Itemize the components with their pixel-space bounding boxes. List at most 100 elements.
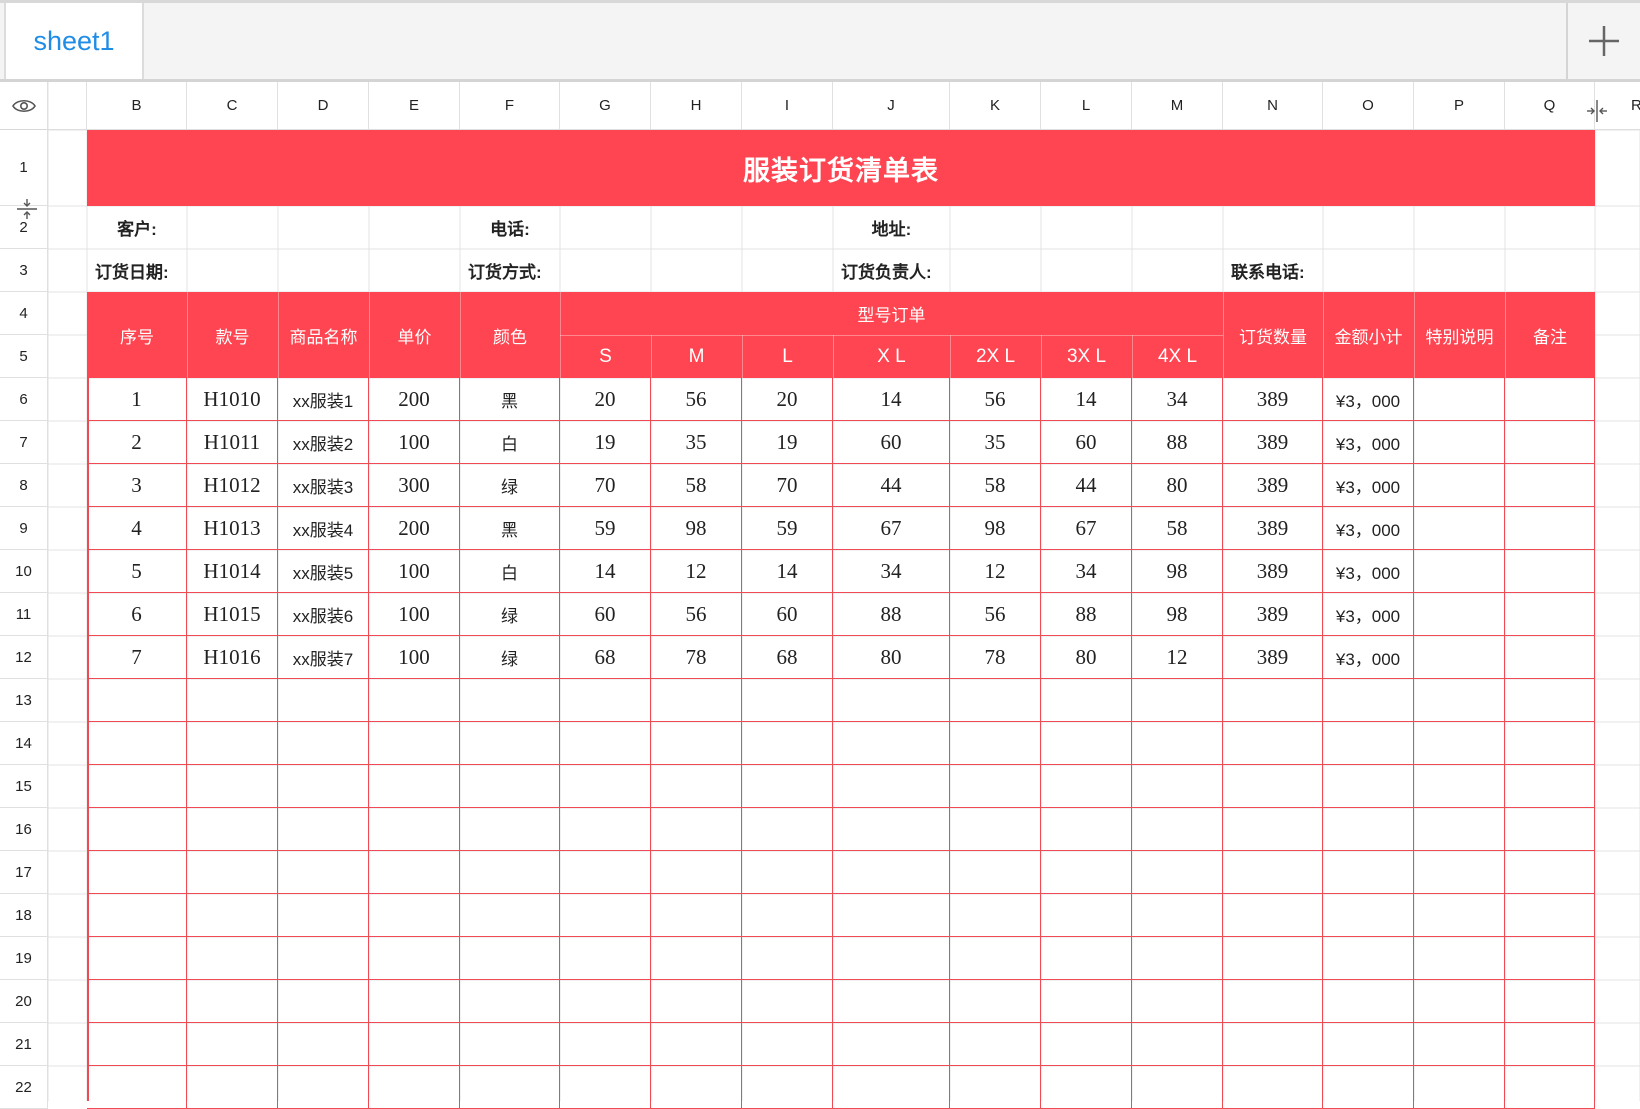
table-cell[interactable] bbox=[833, 980, 950, 1023]
table-cell[interactable]: 60 bbox=[833, 421, 950, 464]
table-cell[interactable] bbox=[278, 980, 369, 1023]
table-cell[interactable]: 88 bbox=[1132, 421, 1223, 464]
table-cell[interactable]: H1015 bbox=[187, 593, 278, 636]
table-cell[interactable]: 100 bbox=[369, 636, 460, 679]
table-cell[interactable]: 58 bbox=[950, 464, 1041, 507]
table-cell[interactable] bbox=[950, 765, 1041, 808]
table-cell[interactable]: 19 bbox=[742, 421, 833, 464]
table-cell[interactable] bbox=[1041, 765, 1132, 808]
table-cell[interactable] bbox=[1414, 980, 1505, 1023]
table-cell[interactable] bbox=[651, 980, 742, 1023]
table-cell[interactable]: 3 bbox=[87, 464, 187, 507]
header-size-m[interactable]: M bbox=[651, 335, 742, 378]
table-cell[interactable] bbox=[1414, 636, 1505, 679]
table-cell[interactable]: H1013 bbox=[187, 507, 278, 550]
table-cell[interactable]: 14 bbox=[560, 550, 651, 593]
table-cell[interactable] bbox=[651, 679, 742, 722]
table-cell[interactable] bbox=[833, 1023, 950, 1066]
table-cell[interactable] bbox=[651, 765, 742, 808]
table-cell[interactable] bbox=[369, 722, 460, 765]
table-cell[interactable] bbox=[833, 851, 950, 894]
table-cell[interactable] bbox=[833, 937, 950, 980]
table-cell[interactable]: 58 bbox=[651, 464, 742, 507]
table-cell[interactable] bbox=[1223, 980, 1323, 1023]
header-seq[interactable]: 序号 bbox=[87, 292, 187, 378]
table-cell[interactable]: 12 bbox=[1132, 636, 1223, 679]
table-cell[interactable]: H1010 bbox=[187, 378, 278, 421]
table-cell[interactable]: 88 bbox=[1041, 593, 1132, 636]
table-cell[interactable]: 白 bbox=[460, 421, 560, 464]
table-cell[interactable] bbox=[369, 1023, 460, 1066]
input-order-method[interactable] bbox=[560, 249, 833, 292]
table-cell[interactable] bbox=[369, 808, 460, 851]
table-cell[interactable] bbox=[1041, 1066, 1132, 1109]
input-contact-phone[interactable] bbox=[1323, 249, 1595, 292]
table-cell[interactable] bbox=[369, 851, 460, 894]
table-cell[interactable] bbox=[1041, 980, 1132, 1023]
table-cell[interactable]: 88 bbox=[833, 593, 950, 636]
table-cell[interactable] bbox=[369, 679, 460, 722]
table-cell[interactable] bbox=[1132, 1023, 1223, 1066]
table-cell[interactable]: 5 bbox=[87, 550, 187, 593]
table-cell[interactable] bbox=[1323, 980, 1414, 1023]
label-order-owner[interactable]: 订货负责人: bbox=[833, 249, 950, 292]
table-cell[interactable]: 80 bbox=[833, 636, 950, 679]
header-size-4xl[interactable]: 4X L bbox=[1132, 335, 1223, 378]
table-cell[interactable] bbox=[460, 679, 560, 722]
table-cell[interactable]: 2 bbox=[87, 421, 187, 464]
table-cell[interactable]: 389 bbox=[1223, 421, 1323, 464]
table-cell[interactable]: xx服装7 bbox=[278, 636, 369, 679]
table-cell[interactable] bbox=[1505, 1023, 1595, 1066]
table-cell[interactable]: xx服装6 bbox=[278, 593, 369, 636]
table-cell[interactable] bbox=[651, 722, 742, 765]
table-cell[interactable]: ¥3，000 bbox=[1323, 378, 1414, 421]
table-cell[interactable] bbox=[1505, 894, 1595, 937]
table-cell[interactable] bbox=[187, 808, 278, 851]
table-cell[interactable]: 60 bbox=[742, 593, 833, 636]
header-product[interactable]: 商品名称 bbox=[278, 292, 369, 378]
table-cell[interactable] bbox=[651, 1066, 742, 1109]
table-cell[interactable] bbox=[1414, 679, 1505, 722]
table-cell[interactable] bbox=[950, 937, 1041, 980]
table-cell[interactable] bbox=[1323, 1066, 1414, 1109]
table-cell[interactable] bbox=[742, 1066, 833, 1109]
table-cell[interactable]: 389 bbox=[1223, 464, 1323, 507]
table-cell[interactable] bbox=[460, 851, 560, 894]
table-cell[interactable] bbox=[369, 980, 460, 1023]
table-cell[interactable] bbox=[1041, 722, 1132, 765]
table-cell[interactable]: 绿 bbox=[460, 593, 560, 636]
table-cell[interactable]: ¥3，000 bbox=[1323, 636, 1414, 679]
table-cell[interactable] bbox=[1505, 808, 1595, 851]
table-cell[interactable] bbox=[1223, 722, 1323, 765]
table-cell[interactable] bbox=[742, 808, 833, 851]
table-cell[interactable] bbox=[1223, 937, 1323, 980]
label-order-date[interactable]: 订货日期: bbox=[87, 249, 187, 292]
table-cell[interactable] bbox=[560, 980, 651, 1023]
table-cell[interactable] bbox=[560, 937, 651, 980]
table-cell[interactable] bbox=[1414, 1023, 1505, 1066]
table-cell[interactable]: H1011 bbox=[187, 421, 278, 464]
table-cell[interactable] bbox=[1505, 636, 1595, 679]
table-cell[interactable]: 7 bbox=[87, 636, 187, 679]
table-cell[interactable] bbox=[651, 851, 742, 894]
table-cell[interactable] bbox=[950, 894, 1041, 937]
table-cell[interactable]: 44 bbox=[1041, 464, 1132, 507]
table-cell[interactable] bbox=[1505, 464, 1595, 507]
table-cell[interactable]: 12 bbox=[651, 550, 742, 593]
table-cell[interactable] bbox=[1223, 765, 1323, 808]
table-cell[interactable] bbox=[742, 937, 833, 980]
table-cell[interactable] bbox=[1414, 1066, 1505, 1109]
table-cell[interactable] bbox=[1505, 765, 1595, 808]
table-cell[interactable]: 389 bbox=[1223, 378, 1323, 421]
table-cell[interactable] bbox=[560, 1066, 651, 1109]
table-cell[interactable] bbox=[460, 937, 560, 980]
table-cell[interactable]: 100 bbox=[369, 593, 460, 636]
table-cell[interactable] bbox=[1041, 1023, 1132, 1066]
table-cell[interactable]: 黑 bbox=[460, 507, 560, 550]
table-cell[interactable]: 14 bbox=[833, 378, 950, 421]
table-cell[interactable]: ¥3，000 bbox=[1323, 507, 1414, 550]
table-cell[interactable] bbox=[950, 851, 1041, 894]
table-cell[interactable] bbox=[742, 894, 833, 937]
header-remark[interactable]: 备注 bbox=[1505, 292, 1595, 378]
cell-o2[interactable] bbox=[1323, 206, 1595, 249]
